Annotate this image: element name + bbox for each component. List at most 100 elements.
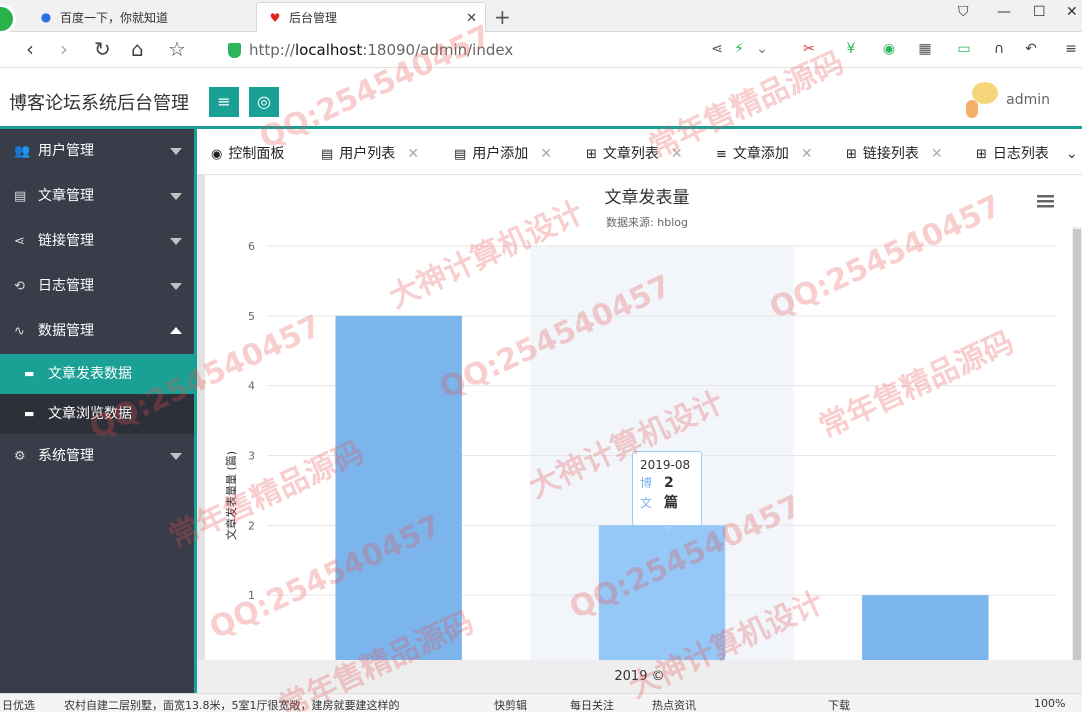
sidebar-subitem-publish-data[interactable]: ▬ 文章发表数据 bbox=[0, 354, 194, 394]
tab-label: 用户添加 bbox=[472, 146, 529, 162]
maximize-icon[interactable]: ☐ bbox=[1033, 4, 1046, 20]
sidebar-item-links[interactable]: ⋖ 链接管理 bbox=[0, 219, 194, 264]
heart-icon: ♥ bbox=[269, 10, 281, 25]
skin-icon[interactable]: ⛉ bbox=[958, 4, 969, 20]
vertical-scrollbar[interactable] bbox=[1072, 227, 1082, 707]
reload-icon[interactable]: ↻ bbox=[94, 38, 111, 60]
paw-icon: ● bbox=[40, 10, 52, 24]
user-menu[interactable]: admin bbox=[966, 82, 1050, 118]
content-tab-strip: ◉ 控制面板 ▤ 用户列表 ✕ ▤ 用户添加 ✕ ⊞ 文章列表 ✕ ≡ 文章添加 ✕ ⊞ 链接列表 ✕ bbox=[197, 129, 1082, 175]
tooltip-value: 2 bbox=[664, 475, 674, 491]
sidebar-subitem-label: 文章发表数据 bbox=[48, 366, 132, 382]
yen-icon[interactable]: ¥ bbox=[842, 40, 860, 58]
close-tab-icon[interactable]: ✕ bbox=[466, 11, 477, 26]
lightning-icon[interactable]: ⚡ bbox=[730, 40, 748, 58]
chart-subtitle: 数据来源: hblog bbox=[606, 215, 688, 229]
wechat-icon[interactable]: ◉ bbox=[880, 40, 898, 58]
browser-tab-title: 百度一下，你就知道 bbox=[60, 10, 169, 25]
status-news[interactable]: 农村自建二层别墅，面宽13.8米，5室1厅很宽敞，建房就要建这样的 bbox=[64, 697, 400, 712]
close-tab-icon[interactable]: ✕ bbox=[931, 146, 943, 162]
sidebar-item-label: 链接管理 bbox=[38, 233, 94, 249]
sidebar-item-data[interactable]: ∿ 数据管理 bbox=[0, 309, 194, 354]
chart-tooltip: 2019-08 博2 文篇 bbox=[632, 451, 702, 533]
sidebar-item-system[interactable]: ⚙ 系统管理 bbox=[0, 434, 194, 479]
user-name: admin bbox=[1006, 92, 1050, 108]
list-icon: ▤ bbox=[454, 147, 467, 162]
tab-article-list[interactable]: ⊞ 文章列表 ✕ bbox=[586, 137, 683, 173]
status-item[interactable]: 每日关注 bbox=[570, 697, 614, 712]
app-title: 博客论坛系统后台管理 bbox=[9, 93, 189, 114]
close-tab-icon[interactable]: ✕ bbox=[540, 146, 552, 162]
browser-tab-admin[interactable]: ♥ 后台管理 ✕ bbox=[256, 2, 486, 32]
toggle-sidebar-button[interactable]: ≡ bbox=[209, 87, 239, 117]
new-tab-icon[interactable]: + bbox=[494, 5, 511, 29]
back-icon[interactable]: ‹ bbox=[26, 38, 34, 60]
caret-up-icon bbox=[170, 327, 182, 334]
app-header: 博客论坛系统后台管理 ≡ ◎ admin bbox=[0, 69, 1082, 129]
lifebuoy-icon: ◎ bbox=[257, 92, 271, 111]
sidebar-subitem-view-data[interactable]: ▬ 文章浏览数据 bbox=[0, 394, 194, 434]
close-tab-icon[interactable]: ✕ bbox=[801, 146, 813, 162]
pulse-icon: ∿ bbox=[14, 324, 25, 339]
close-window-icon[interactable]: ✕ bbox=[1066, 4, 1078, 20]
y-axis-label: 文章发表量量 (篇) bbox=[224, 451, 238, 540]
table-icon: ⊞ bbox=[976, 147, 987, 162]
tooltip-series-name: 博 bbox=[640, 476, 653, 490]
tab-label: 链接列表 bbox=[862, 146, 919, 162]
share-icon[interactable]: ⋖ bbox=[708, 40, 726, 58]
tooltip-series-name: 文 bbox=[640, 496, 653, 510]
dashboard-icon: ◉ bbox=[211, 147, 223, 162]
sidebar-item-users[interactable]: 👥 用户管理 bbox=[0, 129, 194, 174]
sidebar-item-logs[interactable]: ⟲ 日志管理 bbox=[0, 264, 194, 309]
sidebar-item-label: 文章管理 bbox=[38, 188, 94, 204]
close-tab-icon[interactable]: ✕ bbox=[671, 146, 683, 162]
status-item[interactable]: 下载 bbox=[828, 697, 850, 712]
status-item[interactable]: 日优选 bbox=[2, 697, 35, 712]
users-icon: 👥 bbox=[14, 144, 31, 159]
sidebar-item-label: 用户管理 bbox=[38, 143, 94, 159]
tab-user-list[interactable]: ▤ 用户列表 ✕ bbox=[321, 137, 419, 173]
chart: 1 2 3 4 5 6 文章发表量数据来源: hblog 文章发表量量 (篇) bbox=[224, 188, 1057, 660]
document-icon: ▤ bbox=[14, 189, 27, 204]
browser-window: ● 百度一下，你就知道 ♥ 后台管理 ✕ + ⛉ — ☐ ✕ ‹ › ↻ ⌂ ☆… bbox=[0, 0, 1082, 712]
sidebar-item-articles[interactable]: ▤ 文章管理 bbox=[0, 174, 194, 219]
refresh-button[interactable]: ◎ bbox=[249, 87, 279, 117]
chevron-down-icon[interactable]: ⌄ bbox=[753, 40, 771, 58]
chevron-down-icon[interactable]: ⌄ bbox=[1066, 137, 1082, 173]
tab-log-list[interactable]: ⊞ 日志列表 bbox=[976, 137, 1049, 173]
forward-icon[interactable]: › bbox=[60, 38, 68, 60]
headphones-icon[interactable]: ∩ bbox=[990, 40, 1008, 58]
y-tick-label: 3 bbox=[248, 450, 255, 463]
y-tick-label: 5 bbox=[248, 310, 255, 323]
tab-article-add[interactable]: ≡ 文章添加 ✕ bbox=[716, 137, 813, 173]
apps-icon[interactable]: ▦ bbox=[916, 40, 934, 58]
tab-label: 文章添加 bbox=[732, 146, 789, 162]
bar bbox=[335, 315, 462, 660]
home-icon[interactable]: ⌂ bbox=[131, 38, 144, 60]
y-tick-label: 4 bbox=[248, 380, 255, 393]
undo-icon[interactable]: ↶ bbox=[1022, 40, 1040, 58]
tab-user-add[interactable]: ▤ 用户添加 ✕ bbox=[454, 137, 552, 173]
zoom-level[interactable]: 100% bbox=[1034, 697, 1065, 710]
minimize-icon[interactable]: — bbox=[997, 4, 1011, 20]
tab-dashboard[interactable]: ◉ 控制面板 bbox=[211, 137, 284, 173]
content-area: ◉ 控制面板 ▤ 用户列表 ✕ ▤ 用户添加 ✕ ⊞ 文章列表 ✕ ≡ 文章添加 ✕ ⊞ 链接列表 ✕ bbox=[194, 129, 1082, 707]
chart-menu-icon bbox=[1037, 200, 1054, 203]
battery-icon[interactable]: ▭ bbox=[955, 40, 973, 58]
status-item[interactable]: 热点资讯 bbox=[652, 697, 696, 712]
table-icon: ⊞ bbox=[586, 147, 597, 162]
caret-down-icon bbox=[170, 193, 182, 200]
close-tab-icon[interactable]: ✕ bbox=[407, 146, 419, 162]
menu-icon[interactable]: ≡ bbox=[1062, 40, 1080, 58]
star-icon[interactable]: ☆ bbox=[168, 38, 186, 60]
url-field[interactable]: http://localhost:18090/admin/index bbox=[228, 40, 513, 60]
bar bbox=[862, 595, 989, 660]
browser-tab-baidu[interactable]: ● 百度一下，你就知道 bbox=[28, 2, 254, 32]
tab-label: 控制面板 bbox=[228, 146, 285, 162]
scissors-icon[interactable]: ✂ bbox=[800, 40, 818, 58]
y-tick-label: 2 bbox=[248, 519, 255, 532]
tab-link-list[interactable]: ⊞ 链接列表 ✕ bbox=[846, 137, 943, 173]
browser-logo-icon bbox=[0, 4, 16, 34]
browser-status-bar: 日优选 农村自建二层别墅，面宽13.8米，5室1厅很宽敞，建房就要建这样的 快剪… bbox=[0, 693, 1082, 712]
status-item[interactable]: 快剪辑 bbox=[494, 697, 527, 712]
